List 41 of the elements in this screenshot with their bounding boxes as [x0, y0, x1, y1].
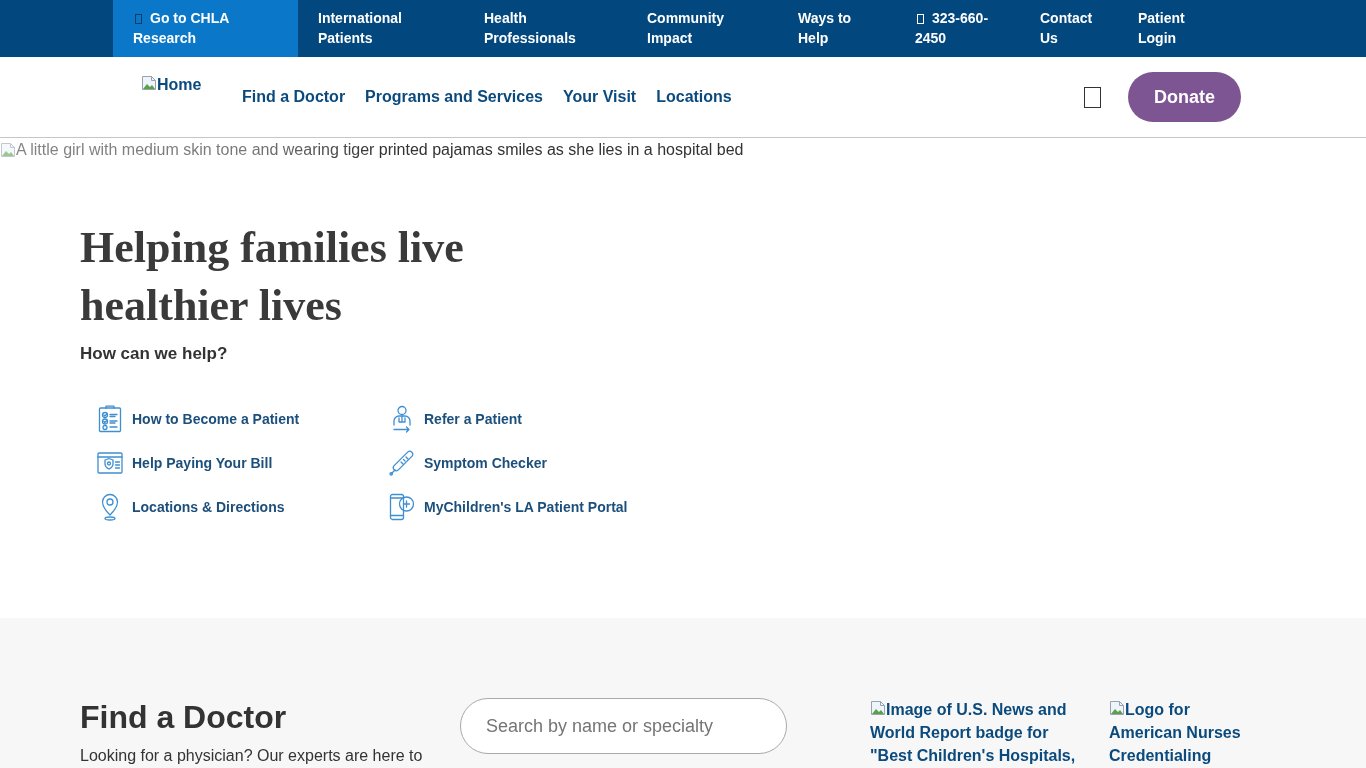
search-field[interactable]: Search by name or specialty [460, 698, 787, 754]
section-description: Looking for a physician? Our experts are here to [80, 746, 424, 766]
section-subheading: How can we help? [80, 343, 228, 365]
quick-link[interactable]: Help Paying Your Bill [97, 441, 389, 485]
top-nav-link[interactable]: Community Impact [627, 0, 778, 57]
donate-button[interactable]: Donate [1128, 72, 1241, 122]
quick-link[interactable]: MyChildren's LA Patient Portal [389, 485, 628, 529]
top-nav-link[interactable]: International Patients [298, 0, 464, 57]
top-nav-link[interactable]: Patient Login [1118, 0, 1238, 57]
badge-link[interactable]: Logo for American Nurses Credentialing [1109, 698, 1249, 767]
nav-link[interactable]: Locations [656, 88, 732, 106]
square-icon [917, 14, 924, 24]
person-arrow-icon [392, 405, 412, 433]
location-pin-icon [100, 493, 120, 521]
broken-image-icon [141, 75, 157, 91]
nav-link[interactable]: Your Visit [563, 88, 637, 106]
section-heading: Find a Doctor [80, 698, 287, 736]
top-nav-link[interactable]: Ways to Help [778, 0, 895, 57]
logo-link[interactable]: Home [141, 75, 242, 94]
broken-image-icon [1109, 700, 1125, 716]
square-icon [135, 14, 142, 24]
hero-heading: Helping families live healthier lives [80, 222, 465, 332]
broken-image-icon [0, 142, 16, 158]
quick-link[interactable]: Locations & Directions [97, 485, 389, 529]
badge-link[interactable]: Image of U.S. News and World Report badge for "Best Children's Hospitals, [870, 698, 1085, 767]
top-nav-link[interactable]: Health Professionals [464, 0, 627, 57]
clipboard-checklist-icon [98, 405, 122, 433]
quick-link[interactable]: Refer a Patient [389, 397, 628, 441]
top-nav-link[interactable]: Go to CHLA Research [113, 0, 298, 57]
broken-image-icon [870, 700, 886, 716]
thermometer-icon [389, 450, 415, 476]
shield-card-icon [97, 452, 123, 474]
top-nav-link[interactable]: 323-660-2450 [895, 0, 1020, 57]
quick-link[interactable]: How to Become a Patient [97, 397, 389, 441]
top-nav-link[interactable]: Contact Us [1020, 0, 1118, 57]
nav-link[interactable]: Find a Doctor [242, 88, 346, 106]
square-icon[interactable] [1084, 86, 1101, 108]
nav-link[interactable]: Programs and Services [365, 88, 543, 106]
phone-plus-icon [389, 493, 415, 521]
image-alt-text: A little girl with medium skin tone and wearing tiger printed pajamas smiles as she lies in a hospital bed [16, 141, 744, 159]
quick-link[interactable]: Symptom Checker [389, 441, 628, 485]
